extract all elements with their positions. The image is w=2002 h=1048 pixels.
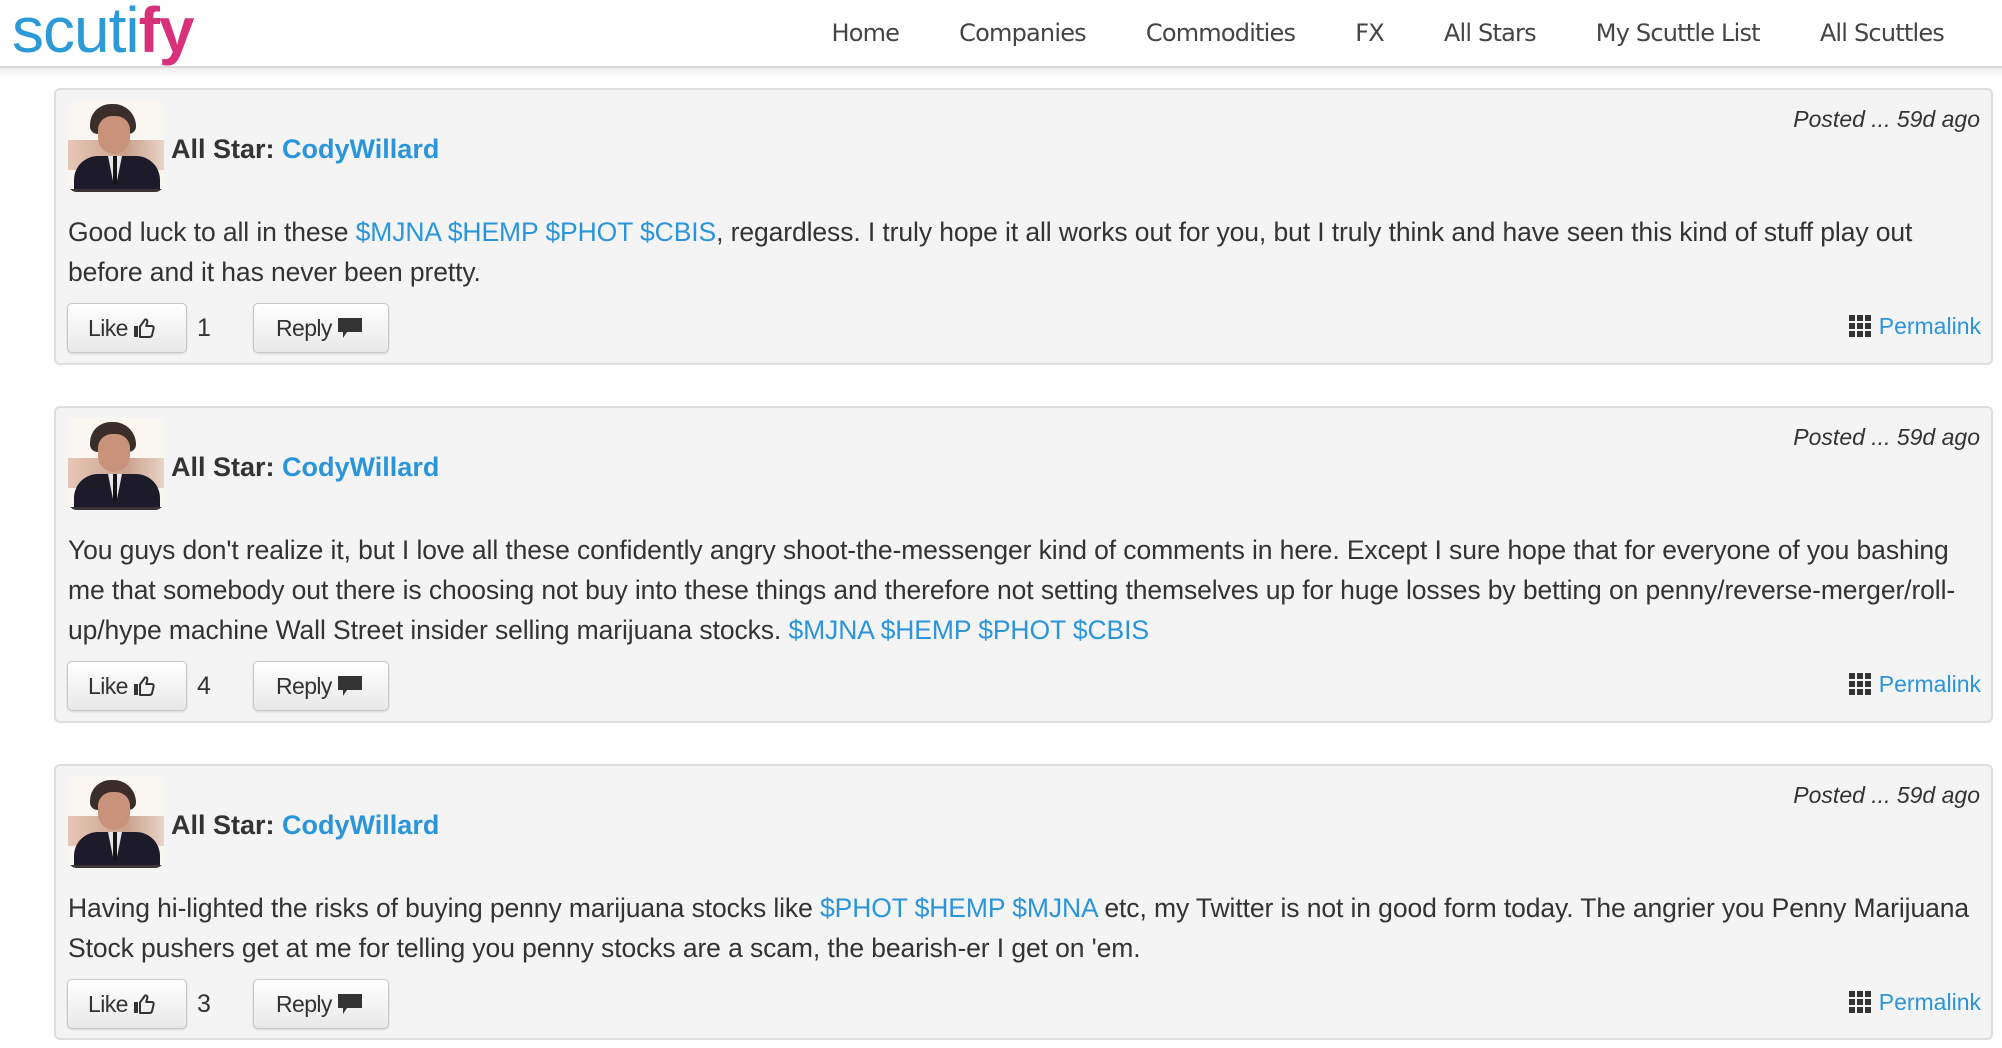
body-text-segment: Having hi-lighted the risks of buying pe…	[68, 893, 820, 923]
avatar-face	[98, 116, 130, 154]
author-label: All Star:	[171, 810, 275, 840]
comment-icon	[337, 317, 363, 339]
ticker-link[interactable]: $HEMP	[448, 217, 538, 247]
ticker-link[interactable]: $PHOT	[545, 217, 632, 247]
reply-button-label: Reply	[276, 672, 332, 699]
post-body: You guys don't realize it, but I love al…	[68, 530, 1971, 650]
ticker-link[interactable]: $HEMP	[915, 893, 1005, 923]
permalink: Permalink	[1848, 987, 1981, 1017]
author-avatar[interactable]	[68, 776, 164, 868]
like-count: 3	[197, 989, 211, 1018]
avatar-strip	[68, 865, 164, 868]
grid-icon	[1848, 991, 1871, 1013]
posted-time: Posted ... 59d ago	[1793, 424, 1980, 450]
nav-companies[interactable]: Companies	[959, 19, 1087, 47]
body-text-segment	[907, 893, 914, 923]
post-body: Good luck to all in these $MJNA $HEMP $P…	[68, 212, 1971, 292]
avatar-strip	[68, 507, 164, 510]
nav-fx[interactable]: FX	[1355, 19, 1384, 47]
post-body: Having hi-lighted the risks of buying pe…	[68, 888, 1971, 968]
scutify-logo[interactable]: scutify	[12, 0, 194, 68]
author-name-link[interactable]: CodyWillard	[282, 810, 439, 840]
post-actions: Like 1 Reply	[67, 303, 389, 353]
main-nav: Home Companies Commodities FX All Stars …	[831, 0, 1944, 66]
avatar-strip	[68, 189, 164, 192]
like-button-label: Like	[88, 990, 128, 1017]
author-avatar[interactable]	[68, 418, 164, 510]
grid-icon	[1848, 315, 1871, 337]
author-name-link[interactable]: CodyWillard	[282, 452, 439, 482]
post-card: All Star: CodyWillard Posted ... 59d ago…	[54, 88, 1993, 365]
like-button-label: Like	[88, 672, 128, 699]
logo-text-scuti: scuti	[12, 0, 140, 66]
permalink-link[interactable]: Permalink	[1879, 987, 1981, 1017]
author-line: All Star: CodyWillard	[171, 132, 439, 166]
body-text-segment: Good luck to all in these	[68, 217, 356, 247]
reply-button[interactable]: Reply	[253, 979, 389, 1029]
thumbs-up-icon	[133, 676, 155, 696]
posted-time: Posted ... 59d ago	[1793, 106, 1980, 132]
post-actions: Like 4 Reply	[67, 661, 389, 711]
post-card: All Star: CodyWillard Posted ... 59d ago…	[54, 764, 1993, 1040]
ticker-link[interactable]: $MJNA	[788, 615, 873, 645]
reply-button-label: Reply	[276, 314, 332, 341]
avatar-face	[98, 792, 130, 830]
author-line: All Star: CodyWillard	[171, 450, 439, 484]
top-navbar: scutify Home Companies Commodities FX Al…	[0, 0, 2002, 68]
grid-icon	[1848, 673, 1871, 695]
author-label: All Star:	[171, 452, 275, 482]
ticker-link[interactable]: $MJNA	[1012, 893, 1097, 923]
reply-button-label: Reply	[276, 990, 332, 1017]
nav-home[interactable]: Home	[831, 19, 899, 47]
reply-button[interactable]: Reply	[253, 303, 389, 353]
like-count: 4	[197, 671, 211, 700]
author-avatar[interactable]	[68, 100, 164, 192]
body-text-segment	[873, 615, 880, 645]
body-text-segment	[633, 217, 640, 247]
permalink-link[interactable]: Permalink	[1879, 669, 1981, 699]
ticker-link[interactable]: $PHOT	[978, 615, 1065, 645]
thumbs-up-icon	[133, 318, 155, 338]
permalink-link[interactable]: Permalink	[1879, 311, 1981, 341]
ticker-link[interactable]: $MJNA	[356, 217, 441, 247]
nav-my-scuttle-list[interactable]: My Scuttle List	[1596, 19, 1761, 47]
nav-commodities[interactable]: Commodities	[1146, 19, 1296, 47]
post-card: All Star: CodyWillard Posted ... 59d ago…	[54, 406, 1993, 723]
ticker-link[interactable]: $CBIS	[640, 217, 716, 247]
avatar-face	[98, 434, 130, 472]
nav-all-stars[interactable]: All Stars	[1444, 19, 1537, 47]
body-text-segment	[1066, 615, 1073, 645]
author-name-link[interactable]: CodyWillard	[282, 134, 439, 164]
permalink: Permalink	[1848, 669, 1981, 699]
comment-icon	[337, 675, 363, 697]
comment-icon	[337, 993, 363, 1015]
body-text-segment	[441, 217, 448, 247]
ticker-link[interactable]: $PHOT	[820, 893, 907, 923]
permalink: Permalink	[1848, 311, 1981, 341]
nav-all-scuttles[interactable]: All Scuttles	[1820, 19, 1945, 47]
ticker-link[interactable]: $HEMP	[881, 615, 971, 645]
like-count: 1	[197, 313, 211, 342]
like-button-label: Like	[88, 314, 128, 341]
logo-text-fy: fy	[138, 0, 195, 66]
thumbs-up-icon	[133, 994, 155, 1014]
like-button[interactable]: Like	[67, 979, 187, 1029]
post-actions: Like 3 Reply	[67, 979, 389, 1029]
header-shadow	[0, 68, 2002, 78]
reply-button[interactable]: Reply	[253, 661, 389, 711]
author-label: All Star:	[171, 134, 275, 164]
author-line: All Star: CodyWillard	[171, 808, 439, 842]
posted-time: Posted ... 59d ago	[1793, 782, 1980, 808]
like-button[interactable]: Like	[67, 661, 187, 711]
ticker-link[interactable]: $CBIS	[1073, 615, 1149, 645]
like-button[interactable]: Like	[67, 303, 187, 353]
